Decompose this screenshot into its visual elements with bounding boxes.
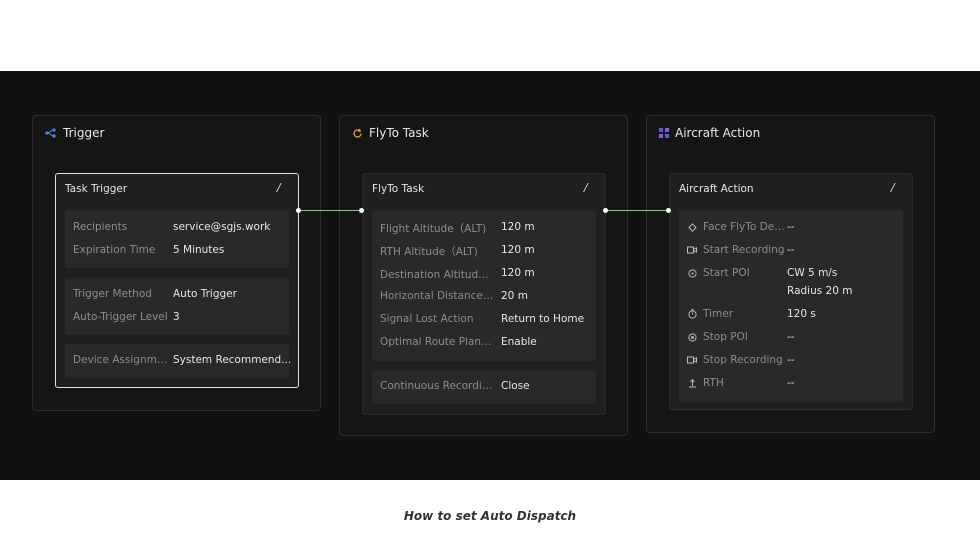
field-value: 120 s [787,308,816,320]
field-label: Continuous Recording [380,380,494,392]
field-label: Destination Altitude（... [380,269,494,281]
field-value: 5 Minutes [173,244,225,256]
video-camera-icon [687,244,697,256]
card-title: Aircraft Action [679,183,754,195]
field-value: -- [787,354,795,366]
lane-title: Aircraft Action [675,126,761,140]
field-value: 20 m [501,290,528,302]
video-camera-icon [687,354,697,366]
field-label: Recipients [73,221,128,233]
flyto-lane-header: FlyTo Task [352,126,429,140]
workflow-branch-icon [45,128,57,138]
connector-trigger-to-flyto [298,210,362,211]
flyto-refresh-icon [352,128,363,139]
action-grid-icon [659,128,669,138]
field-value: Close [501,380,530,392]
field-label: Stop Recording [703,354,783,366]
figure-caption: How to set Auto Dispatch [403,509,577,523]
field-value: 120 m [501,267,535,279]
field-label: Face FlyTo Desti [703,221,785,233]
field-label: Start Recording [703,244,785,256]
field-value: System Recommend... [173,354,292,366]
field-value: CW 5 m/s [787,267,838,279]
field-label: Horizontal Distance Fr... [380,290,494,302]
field-value: -- [787,331,795,343]
field-value: -- [787,244,795,256]
field-label: RTH Altitude（ALT) [380,246,478,258]
field-label: Signal Lost Action [380,313,474,325]
flyto-task-card[interactable]: FlyTo Task / Flight Altitude（ALT) 120 m … [362,173,606,415]
task-trigger-card[interactable]: Task Trigger / Recipients service@sgjs.w… [55,173,299,388]
rth-icon [687,377,697,389]
field-label: Trigger Method [73,288,152,300]
field-value: -- [787,221,795,233]
edit-pencil-icon[interactable]: / [583,181,589,194]
card-title: Task Trigger [65,183,128,195]
field-value: Enable [501,336,537,348]
field-value: 3 [173,311,180,323]
field-value: Return to Home [501,313,585,325]
lane-title: Trigger [63,126,105,140]
aircraft-action-lane-header: Aircraft Action [659,126,760,140]
connector-flyto-to-action [605,210,669,211]
trigger-lane: Trigger Task Trigger / Recipients servic… [32,115,321,411]
field-label: Auto-Trigger Level [73,311,168,323]
field-label: Start POI [703,267,750,279]
field-label: Expiration Time [73,244,156,256]
trigger-method-group: Trigger Method Auto Trigger Auto-Trigger… [65,278,289,335]
field-value-secondary: Radius 20 m [787,285,853,297]
flight-settings-group: Flight Altitude（ALT) 120 m RTH Altitude（… [372,211,596,361]
lane-title: FlyTo Task [369,126,429,140]
recipients-group: Recipients service@sgjs.work Expiration … [65,211,289,268]
edit-pencil-icon[interactable]: / [276,181,282,194]
aircraft-action-card[interactable]: Aircraft Action / Face FlyTo Desti -- St… [669,173,913,410]
connector-port[interactable] [296,208,301,213]
stop-poi-icon [687,331,697,343]
field-label: Stop POI [703,331,748,343]
trigger-lane-header: Trigger [45,126,104,140]
aircraft-action-lane: Aircraft Action Aircraft Action / Face F… [646,115,935,433]
field-label: Timer [703,308,734,320]
field-value: Auto Trigger [173,288,237,300]
device-assignment-group: Device Assignme... System Recommend... [65,344,292,378]
field-label: Device Assignme... [73,354,169,366]
workflow-canvas: Trigger Task Trigger / Recipients servic… [0,71,980,480]
edit-pencil-icon[interactable]: / [890,181,896,194]
field-value: -- [787,377,795,389]
action-list-group: Face FlyTo Desti -- Start Recording -- S… [679,211,903,402]
field-value: 120 m [501,244,535,256]
connector-port[interactable] [603,208,608,213]
timer-icon [687,308,697,320]
face-target-icon [687,221,697,233]
field-value: 120 m [501,221,535,233]
field-label: RTH [703,377,724,389]
field-label: Flight Altitude（ALT) [380,223,487,235]
flyto-lane: FlyTo Task FlyTo Task / Flight Altitude（… [339,115,628,436]
recording-group: Continuous Recording Close [372,370,596,404]
poi-target-icon [687,267,697,279]
field-value: service@sgjs.work [173,221,271,233]
connector-port[interactable] [666,208,671,213]
connector-port[interactable] [359,208,364,213]
card-title: FlyTo Task [372,183,425,195]
field-label: Optimal Route Planni... [380,336,494,348]
